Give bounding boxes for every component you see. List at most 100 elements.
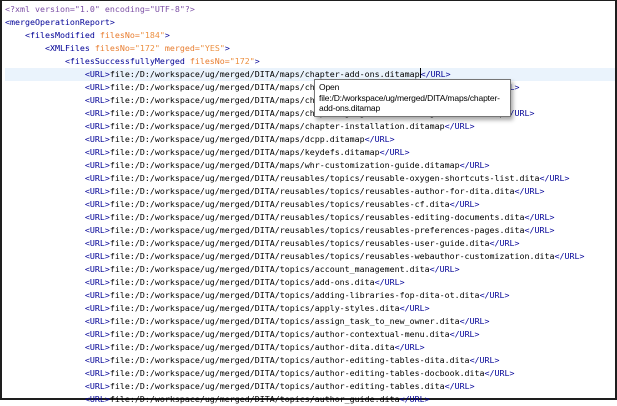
tooltip-path-line-1: file:/D:/workspace/ug/merged/DITA/maps/c…: [319, 93, 506, 104]
xml-text-content: file:/D:/workspace/ug/merged/DITA/topics…: [110, 342, 395, 352]
code-line[interactable]: <URL>file:/D:/workspace/ug/merged/DITA/r…: [5, 224, 615, 237]
xml-text-content: file:/D:/workspace/ug/merged/DITA/maps/w…: [110, 160, 460, 170]
xml-tag: <URL>: [5, 290, 110, 300]
xml-tag: <URL>: [5, 251, 110, 261]
code-line[interactable]: <URL>file:/D:/workspace/ug/merged/DITA/t…: [5, 367, 615, 380]
xml-tag: <URL>: [5, 134, 110, 144]
xml-tag: </URL>: [525, 225, 555, 235]
xml-tag: <URL>: [5, 381, 110, 391]
xml-declaration: <?xml version="1.0" encoding="UTF-8"?>: [5, 4, 195, 14]
xml-tag: </URL>: [490, 238, 520, 248]
xml-text-content: file:/D:/workspace/ug/merged/DITA/topics…: [110, 264, 430, 274]
xml-tag: <URL>: [5, 225, 110, 235]
xml-tag: </URL>: [450, 329, 480, 339]
tooltip-path-line-2: add-ons.ditamap: [319, 103, 506, 114]
xml-tag: <URL>: [5, 329, 110, 339]
code-line[interactable]: <filesSuccessfullyMerged filesNo="172">: [5, 55, 615, 68]
xml-tag: <URL>: [5, 316, 110, 326]
xml-tag: <mergeOperationReport>: [5, 17, 115, 27]
xml-tag: <URL>: [5, 69, 110, 79]
xml-tag: </URL>: [375, 277, 405, 287]
xml-attribute-name: merged=: [160, 43, 200, 53]
code-line[interactable]: <mergeOperationReport>: [5, 16, 615, 29]
xml-text-content: file:/D:/workspace/ug/merged/DITA/maps/d…: [110, 134, 365, 144]
xml-text-content: file:/D:/workspace/ug/merged/DITA/reusab…: [110, 173, 540, 183]
code-line[interactable]: <URL>file:/D:/workspace/ug/merged/DITA/t…: [5, 289, 615, 302]
code-line[interactable]: <URL>file:/D:/workspace/ug/merged/DITA/r…: [5, 250, 615, 263]
xml-text-content: file:/D:/workspace/ug/merged/DITA/topics…: [110, 277, 375, 287]
xml-tag: </URL>: [515, 186, 545, 196]
code-line[interactable]: <?xml version="1.0" encoding="UTF-8"?>: [5, 3, 615, 16]
code-line[interactable]: <URL>file:/D:/workspace/ug/merged/DITA/r…: [5, 172, 615, 185]
xml-text-content: file:/D:/workspace/ug/merged/DITA/reusab…: [110, 199, 450, 209]
code-line[interactable]: <URL>file:/D:/workspace/ug/merged/DITA/m…: [5, 120, 615, 133]
xml-tag: </URL>: [445, 121, 475, 131]
code-line[interactable]: <URL>file:/D:/workspace/ug/merged/DITA/t…: [5, 328, 615, 341]
xml-tag: <URL>: [5, 121, 110, 131]
xml-tag: <filesModified: [5, 30, 100, 40]
xml-tag: </URL>: [554, 251, 584, 261]
code-line[interactable]: <URL> file:/D:/workspace/ug/merged/DITA/m…: [5, 94, 615, 107]
code-line[interactable]: <URL>file:/D:/workspace/ug/merged/DITA/t…: [5, 315, 615, 328]
xml-tag: </URL>: [460, 316, 490, 326]
code-line-highlighted[interactable]: <URL>file:/D:/workspace/ug/merged/DITA/m…: [5, 68, 615, 81]
xml-tag: <URL>: [5, 264, 110, 274]
xml-tag: <URL>: [5, 277, 110, 287]
xml-tag: <URL>: [5, 394, 110, 404]
code-line[interactable]: <URL>file:/D:/workspace/ug/merged/DITA/m…: [5, 133, 615, 146]
xml-text-content: file:/D:/workspace/ug/merged/DITA/reusab…: [110, 238, 490, 248]
code-line[interactable]: <URL>file:/D:/workspace/ug/merged/DITA/r…: [5, 185, 615, 198]
xml-attribute-name: filesNo=: [190, 56, 230, 66]
xml-tag: <URL>: [5, 342, 110, 352]
xml-tag: <URL>: [5, 108, 110, 118]
xml-tag: <XMLFiles: [5, 43, 95, 53]
xml-text-content: file:/D:/workspace/ug/merged/DITA/topics…: [110, 303, 400, 313]
code-line[interactable]: <URL>file:/D:/workspace/ug/merged/DITA/t…: [5, 276, 615, 289]
xml-text-content: file:/D:/workspace/ug/merged/DITA/topics…: [110, 394, 400, 404]
code-line[interactable]: <URL>file:/D:/workspace/ug/merged/DITA/m…: [5, 159, 615, 172]
xml-tag: <URL>: [5, 147, 110, 157]
code-line[interactable]: <URL>file:/D:/workspace/ug/merged/DITA/m…: [5, 81, 615, 94]
xml-tag: </URL>: [480, 290, 510, 300]
xml-tag: <URL>: [5, 95, 110, 105]
xml-tag: </URL>: [445, 381, 475, 391]
xml-tag: </URL>: [540, 173, 570, 183]
xml-tag: </URL>: [400, 394, 430, 404]
code-line[interactable]: <URL>file:/D:/workspace/ug/merged/DITA/t…: [5, 302, 615, 315]
xml-attribute-value: "YES": [200, 43, 225, 53]
xml-attribute-name: filesNo=: [95, 43, 135, 53]
xml-text-content: file:/D:/workspace/ug/merged/DITA/reusab…: [110, 186, 515, 196]
code-line[interactable]: <URL>file:/D:/workspace/ug/merged/DITA/t…: [5, 380, 615, 393]
code-line[interactable]: <URL>file:/D:/workspace/ug/merged/DITA/r…: [5, 237, 615, 250]
code-line[interactable]: <filesModified filesNo="184">: [5, 29, 615, 42]
code-line[interactable]: <URL>file:/D:/workspace/ug/merged/DITA/t…: [5, 354, 615, 367]
code-line[interactable]: <URL>file:/D:/workspace/ug/merged/DITA/m…: [5, 146, 615, 159]
xml-tag: </URL>: [430, 264, 460, 274]
xml-tag: <URL>: [5, 212, 110, 222]
xml-attribute-name: filesNo=: [100, 30, 140, 40]
code-line[interactable]: <URL>file:/D:/workspace/ug/merged/DITA/t…: [5, 341, 615, 354]
xml-tag: >: [255, 56, 260, 66]
xml-text-content: file:/D:/workspace/ug/merged/DITA/topics…: [110, 316, 460, 326]
xml-tag: <URL>: [5, 238, 110, 248]
xml-tag: <URL>: [5, 368, 110, 378]
xml-tag: </URL>: [365, 134, 395, 144]
xml-tag: </URL>: [485, 368, 515, 378]
tooltip-open-label: Open: [319, 82, 506, 93]
xml-editor-text-area[interactable]: <?xml version="1.0" encoding="UTF-8"?> <m…: [2, 1, 615, 406]
xml-attribute-value: "172": [135, 43, 160, 53]
code-line[interactable]: <URL>file:/D:/workspace/ug/merged/DITA/r…: [5, 211, 615, 224]
xml-attribute-value: "172": [230, 56, 255, 66]
xml-text-content: file:/D:/workspace/ug/merged/DITA/topics…: [110, 368, 485, 378]
xml-tag: <filesSuccessfullyMerged: [5, 56, 190, 66]
xml-attribute-value: "184": [140, 30, 165, 40]
code-line[interactable]: <URL>file:/D:/workspace/ug/merged/DITA/m…: [5, 107, 615, 120]
open-url-tooltip: Open file:/D:/workspace/ug/merged/DITA/m…: [314, 79, 511, 117]
xml-tag: </URL>: [400, 303, 430, 313]
xml-tag: <URL>: [5, 160, 110, 170]
xml-text-content: file:/D:/workspace/ug/merged/DITA/maps/c…: [110, 121, 445, 131]
code-line[interactable]: <URL>file:/D:/workspace/ug/merged/DITA/t…: [5, 263, 615, 276]
code-line[interactable]: <XMLFiles filesNo="172" merged="YES">: [5, 42, 615, 55]
xml-tag: </URL>: [525, 212, 555, 222]
code-line[interactable]: <URL>file:/D:/workspace/ug/merged/DITA/r…: [5, 198, 615, 211]
